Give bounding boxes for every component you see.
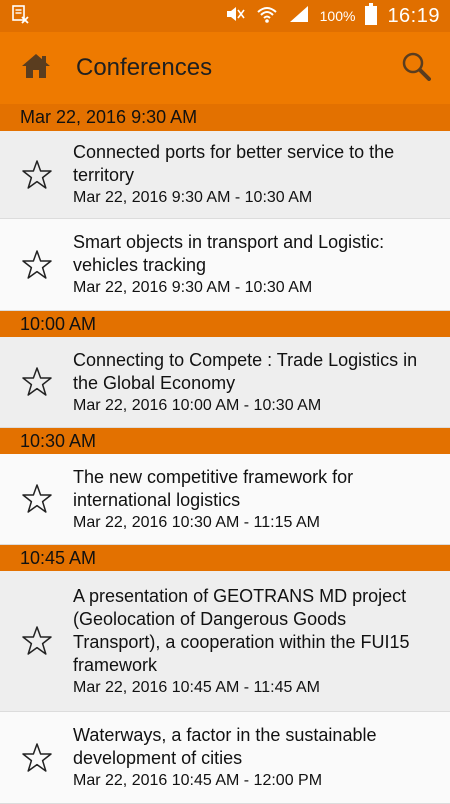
conference-title: Connecting to Compete : Trade Logistics … xyxy=(73,349,418,393)
status-bar: 100% 16:19 xyxy=(0,0,450,32)
list-item-text: Waterways, a factor in the sustainable d… xyxy=(73,724,450,791)
star-icon xyxy=(21,367,52,396)
conference-time: Mar 22, 2016 10:45 AM - 11:45 AM xyxy=(73,678,320,696)
conference-title: A presentation of GEOTRANS MD project (G… xyxy=(73,585,410,675)
conference-time: Mar 22, 2016 9:30 AM - 10:30 AM xyxy=(73,189,313,206)
favorite-toggle[interactable] xyxy=(0,483,73,515)
status-bar-right: 100% 16:19 xyxy=(224,2,440,30)
star-icon xyxy=(21,249,52,279)
section-header: Mar 22, 2016 9:30 AM xyxy=(0,104,450,131)
conference-time: Mar 22, 2016 10:30 AM - 11:15 AM xyxy=(73,513,320,531)
favorite-toggle[interactable] xyxy=(0,159,73,191)
favorite-toggle[interactable] xyxy=(0,625,73,657)
signal-icon xyxy=(288,4,310,29)
star-icon xyxy=(21,484,52,513)
conference-title: Smart objects in transport and Logistic:… xyxy=(73,232,385,275)
list-item-text: The new competitive framework for intern… xyxy=(73,466,450,533)
star-icon xyxy=(21,742,52,772)
notification-icon xyxy=(10,4,30,29)
search-button[interactable] xyxy=(394,46,438,90)
list-item[interactable]: Connecting to Compete : Trade Logistics … xyxy=(0,337,450,428)
favorite-toggle[interactable] xyxy=(0,249,73,281)
conference-title: Waterways, a factor in the sustainable d… xyxy=(73,725,377,768)
wifi-icon xyxy=(256,4,278,29)
conference-time: Mar 22, 2016 9:30 AM - 10:30 AM xyxy=(73,279,313,296)
list-item[interactable]: Waterways, a factor in the sustainable d… xyxy=(0,712,450,804)
home-icon xyxy=(21,52,51,85)
star-icon xyxy=(21,159,52,189)
list-item-text: Connecting to Compete : Trade Logistics … xyxy=(73,349,450,416)
clock: 16:19 xyxy=(387,4,440,27)
conference-time: Mar 22, 2016 10:00 AM - 10:30 AM xyxy=(73,396,322,414)
conference-time: Mar 22, 2016 10:45 AM - 12:00 PM xyxy=(73,772,323,789)
status-bar-left xyxy=(10,4,30,29)
section-header: 10:45 AM xyxy=(0,545,450,571)
section-header: 10:00 AM xyxy=(0,311,450,337)
list-item-text: Connected ports for better service to th… xyxy=(73,141,450,208)
conference-title: The new competitive framework for intern… xyxy=(73,466,354,510)
list-item-text: A presentation of GEOTRANS MD project (G… xyxy=(73,585,450,698)
section-header: 10:30 AM xyxy=(0,428,450,454)
conference-title: Connected ports for better service to th… xyxy=(73,142,395,185)
favorite-toggle[interactable] xyxy=(0,366,73,398)
home-button[interactable] xyxy=(14,46,58,90)
favorite-toggle[interactable] xyxy=(0,742,73,774)
page-title: Conferences xyxy=(76,54,213,81)
list-item[interactable]: Smart objects in transport and Logistic:… xyxy=(0,219,450,311)
conference-list: Mar 22, 2016 9:30 AM Connected ports for… xyxy=(0,104,450,804)
list-item[interactable]: Connected ports for better service to th… xyxy=(0,131,450,219)
search-icon xyxy=(401,51,431,86)
star-icon xyxy=(21,626,52,655)
list-item-text: Smart objects in transport and Logistic:… xyxy=(73,231,450,298)
list-item[interactable]: A presentation of GEOTRANS MD project (G… xyxy=(0,571,450,712)
app-bar: Conferences xyxy=(0,32,450,104)
list-item[interactable]: The new competitive framework for intern… xyxy=(0,454,450,545)
mute-icon xyxy=(224,4,246,29)
battery-percent: 100% xyxy=(319,8,356,24)
battery-icon xyxy=(365,2,378,30)
